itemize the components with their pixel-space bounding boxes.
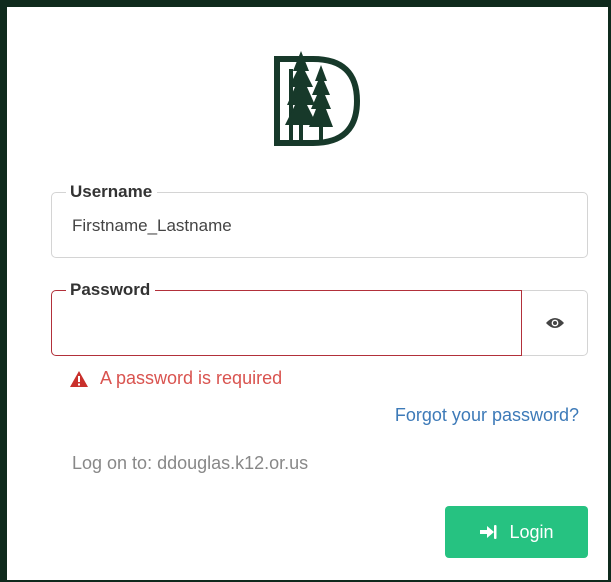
pine-trees-logo-icon [274, 51, 361, 146]
username-label: Username [66, 182, 158, 202]
error-text: A password is required [100, 368, 283, 388]
forgot-password-link[interactable]: Forgot your password? [395, 405, 579, 426]
username-field[interactable]: Username Firstname_Lastname [51, 182, 588, 258]
eye-icon [545, 318, 564, 328]
login-panel: Username Firstname_Lastname Password A p… [0, 0, 611, 582]
district-logo [269, 47, 365, 147]
password-field[interactable]: Password [51, 280, 522, 356]
login-button[interactable]: Login [445, 506, 588, 558]
password-error: A password is required [69, 368, 282, 389]
show-password-button[interactable] [522, 290, 588, 356]
logon-domain-text: Log on to: ddouglas.k12.or.us [72, 453, 309, 473]
username-input[interactable]: Firstname_Lastname [72, 216, 232, 236]
login-button-label: Login [509, 521, 554, 542]
password-label: Password [66, 280, 156, 300]
warning-triangle-icon [70, 370, 88, 387]
sign-in-icon [480, 525, 497, 539]
